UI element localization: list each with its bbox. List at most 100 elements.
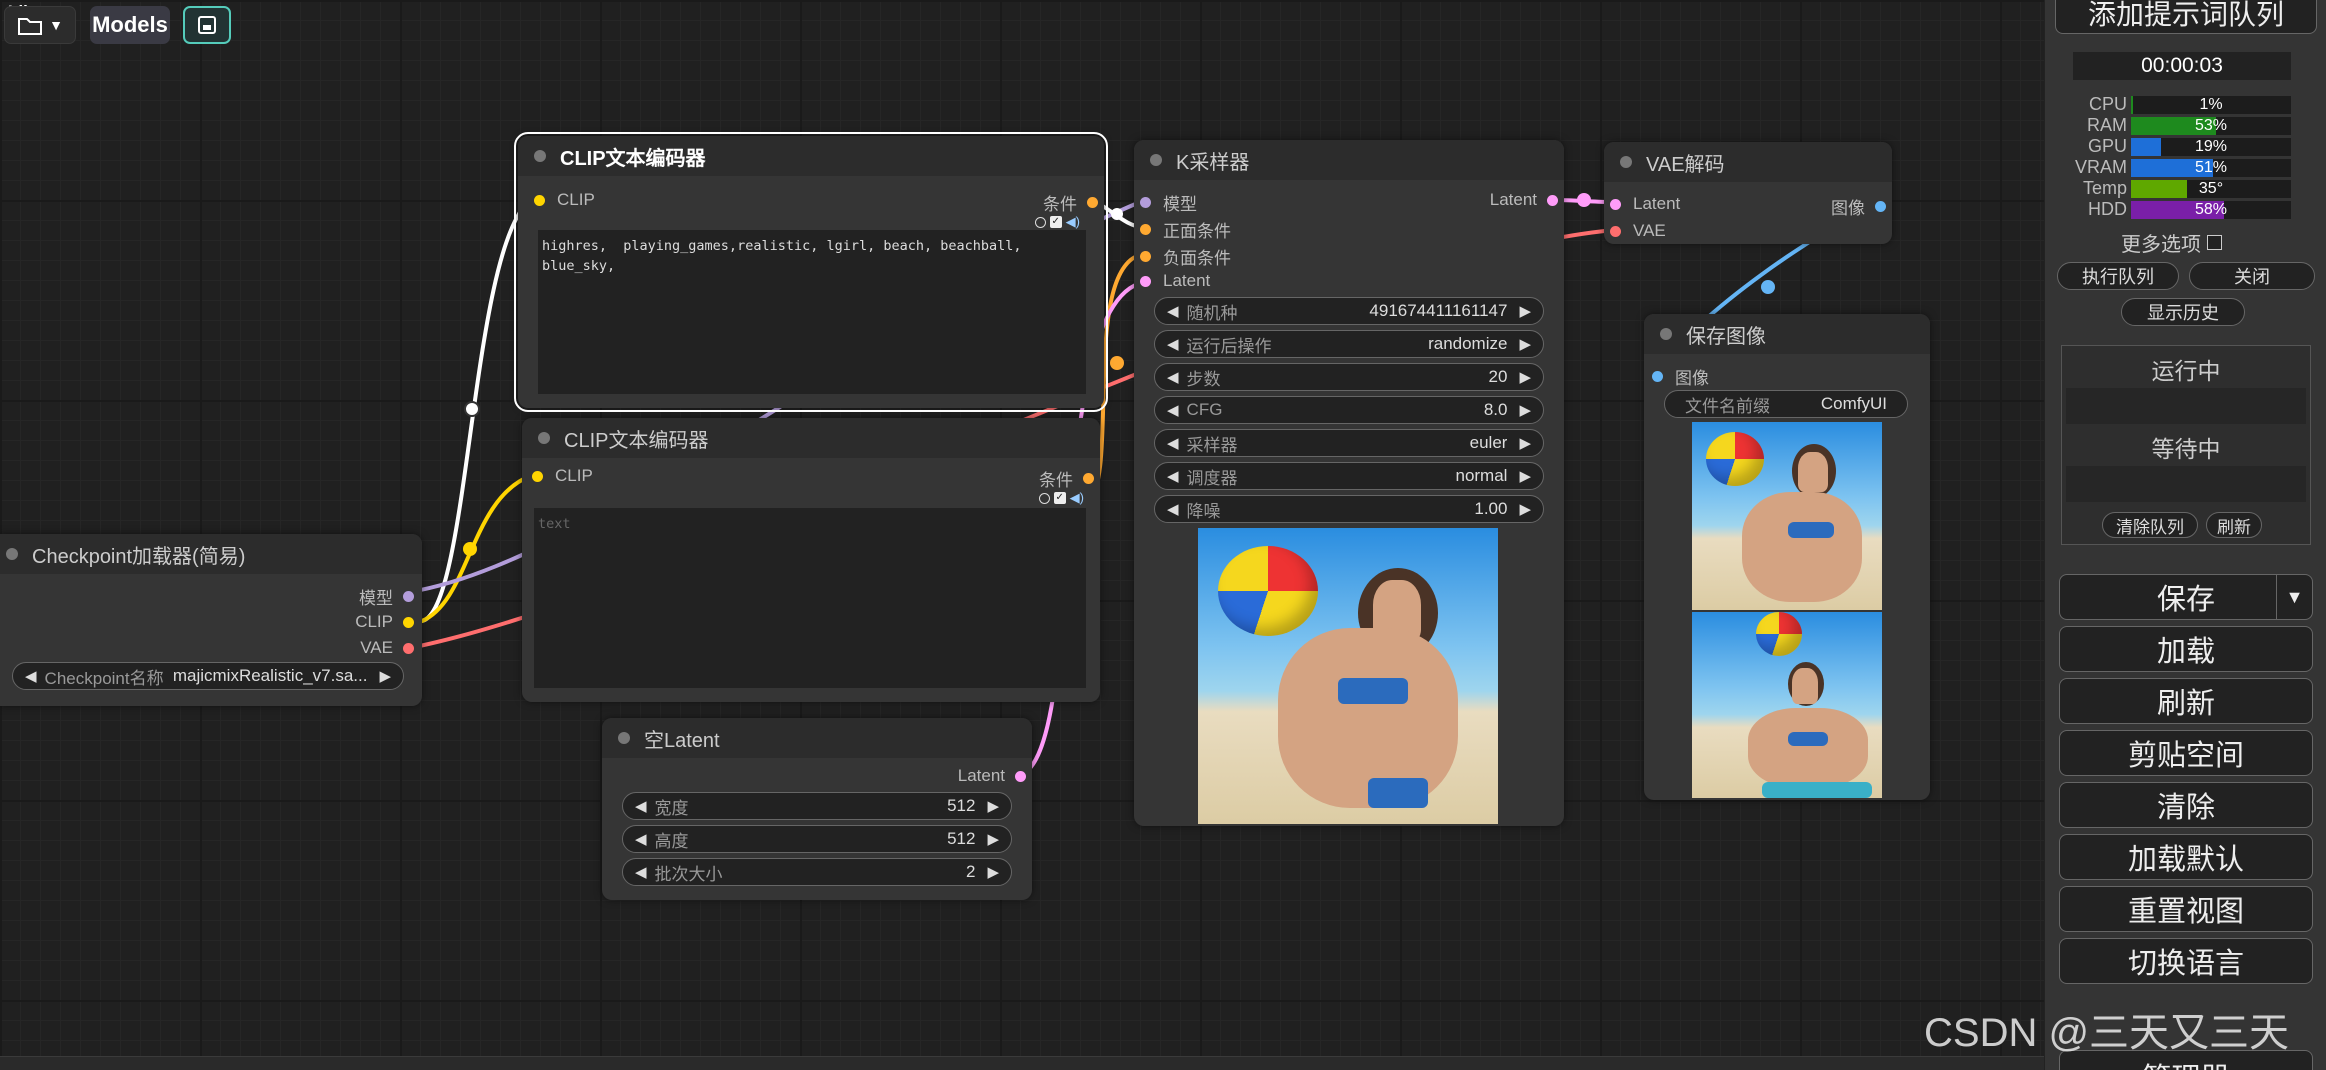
- arrow-right-icon[interactable]: ▶: [1519, 467, 1531, 485]
- vae-decode-node[interactable]: VAE解码 Latent VAE 图像: [1604, 142, 1892, 244]
- seed-widget[interactable]: ◀ 随机种 491674411161147 ▶: [1154, 297, 1544, 325]
- sampler-widget[interactable]: ◀ 采样器 euler ▶: [1154, 429, 1544, 457]
- models-button[interactable]: Models: [90, 6, 170, 44]
- arrow-right-icon[interactable]: ▶: [987, 830, 999, 848]
- input-latent[interactable]: Latent: [1610, 194, 1680, 214]
- collapse-dot[interactable]: [6, 548, 18, 560]
- widget-label: 批次大小: [654, 864, 723, 884]
- arrow-left-icon[interactable]: ◀: [1167, 302, 1179, 320]
- output-clip[interactable]: CLIP: [355, 612, 414, 632]
- output-image[interactable]: 图像: [1831, 194, 1886, 219]
- control-after-generate-widget[interactable]: ◀ 运行后操作 randomize ▶: [1154, 330, 1544, 358]
- arrow-left-icon[interactable]: ◀: [635, 863, 647, 881]
- speaker-icon[interactable]: ◀): [1070, 490, 1084, 506]
- prompt-textarea[interactable]: text: [534, 508, 1086, 688]
- denoise-widget[interactable]: ◀ 降噪 1.00 ▶: [1154, 495, 1544, 523]
- clip-text-encode-node-positive[interactable]: CLIP文本编码器 CLIP 条件 ✓ ◀) highres, playing_…: [514, 132, 1108, 412]
- show-history-button[interactable]: 显示历史: [2121, 298, 2245, 326]
- arrow-right-icon[interactable]: ▶: [987, 863, 999, 881]
- collapse-dot[interactable]: [538, 432, 550, 444]
- arrow-left-icon[interactable]: ◀: [1167, 434, 1179, 452]
- stat-bar: 35°: [2131, 179, 2291, 198]
- clip-text-encode-node-negative[interactable]: CLIP文本编码器 CLIP 条件 ✓ ◀) text: [522, 418, 1100, 702]
- circle-icon[interactable]: [1038, 492, 1050, 504]
- output-conditioning[interactable]: 条件: [1039, 466, 1094, 491]
- batch-size-widget[interactable]: ◀ 批次大小 2 ▶: [622, 858, 1012, 886]
- arrow-right-icon[interactable]: ▶: [379, 667, 391, 685]
- save-image-node[interactable]: 保存图像 图像 文件名前缀 ComfyUI: [1644, 314, 1930, 800]
- more-options-toggle[interactable]: 更多选项: [2121, 228, 2222, 257]
- output-latent[interactable]: Latent: [1490, 190, 1558, 210]
- more-options-checkbox[interactable]: [2207, 235, 2222, 250]
- arrow-right-icon[interactable]: ▶: [1519, 368, 1531, 386]
- stat-row-temp: Temp 35°: [2073, 178, 2291, 199]
- empty-latent-node[interactable]: 空Latent Latent ◀ 宽度 512 ▶ ◀ 高度 512 ▶ ◀ 批次大小 2 ▶: [602, 718, 1032, 900]
- dropdown-arrow-icon[interactable]: ▼: [2276, 575, 2312, 619]
- output-model[interactable]: 模型: [359, 584, 414, 609]
- input-model[interactable]: 模型: [1140, 190, 1197, 215]
- ksampler-node[interactable]: K采样器 模型 正面条件 负面条件 Latent Latent ◀ 随机种 4916…: [1134, 140, 1564, 826]
- collapse-dot[interactable]: [1660, 328, 1672, 340]
- reset-view-button[interactable]: 重置视图: [2059, 886, 2313, 932]
- load-button[interactable]: 加载: [2059, 626, 2313, 672]
- arrow-left-icon[interactable]: ◀: [1167, 467, 1179, 485]
- saved-image-2[interactable]: [1692, 612, 1882, 798]
- switch-language-button[interactable]: 切换语言: [2059, 938, 2313, 984]
- checkpoint-name-combo[interactable]: ◀ Checkpoint名称 majicmixRealistic_v7.sa..…: [12, 662, 404, 690]
- refresh-button[interactable]: 刷新: [2059, 678, 2313, 724]
- slot-label: Latent: [957, 766, 1005, 785]
- arrow-right-icon[interactable]: ▶: [1519, 434, 1531, 452]
- arrow-left-icon[interactable]: ◀: [635, 797, 647, 815]
- close-button[interactable]: 关闭: [2189, 262, 2315, 290]
- prompt-textarea[interactable]: highres, playing_games,realistic, lgirl,…: [538, 230, 1086, 394]
- arrow-left-icon[interactable]: ◀: [25, 667, 37, 685]
- arrow-right-icon[interactable]: ▶: [1519, 302, 1531, 320]
- input-positive[interactable]: 正面条件: [1140, 217, 1231, 242]
- input-negative[interactable]: 负面条件: [1140, 244, 1231, 269]
- cfg-widget[interactable]: ◀ CFG 8.0 ▶: [1154, 396, 1544, 424]
- input-vae[interactable]: VAE: [1610, 221, 1666, 241]
- speaker-icon[interactable]: ◀): [1066, 214, 1080, 230]
- scheduler-widget[interactable]: ◀ 调度器 normal ▶: [1154, 462, 1544, 490]
- saved-image-1[interactable]: [1692, 422, 1882, 610]
- horizontal-scrollbar[interactable]: [0, 1056, 2044, 1070]
- circle-icon[interactable]: [1034, 216, 1046, 228]
- output-latent[interactable]: Latent: [958, 766, 1026, 786]
- steps-widget[interactable]: ◀ 步数 20 ▶: [1154, 363, 1544, 391]
- save-button[interactable]: 保存 ▼: [2059, 574, 2313, 620]
- collapse-dot[interactable]: [1150, 154, 1162, 166]
- arrow-right-icon[interactable]: ▶: [1519, 500, 1531, 518]
- output-vae[interactable]: VAE: [360, 638, 414, 658]
- arrow-left-icon[interactable]: ◀: [1167, 335, 1179, 353]
- arrow-left-icon[interactable]: ◀: [1167, 368, 1179, 386]
- checkbox-icon[interactable]: ✓: [1049, 216, 1062, 228]
- width-widget[interactable]: ◀ 宽度 512 ▶: [622, 792, 1012, 820]
- arrow-left-icon[interactable]: ◀: [1167, 401, 1179, 419]
- collapse-dot[interactable]: [618, 732, 630, 744]
- input-latent[interactable]: Latent: [1140, 271, 1210, 291]
- clipspace-button[interactable]: 剪贴空间: [2059, 730, 2313, 776]
- arrow-left-icon[interactable]: ◀: [635, 830, 647, 848]
- queue-prompt-button[interactable]: 添加提示词队列: [2055, 0, 2317, 34]
- collapse-dot[interactable]: [1620, 156, 1632, 168]
- checkpoint-loader-node[interactable]: Checkpoint加载器(简易) 模型 CLIP VAE ◀ Checkpoi…: [0, 534, 422, 706]
- load-default-button[interactable]: 加载默认: [2059, 834, 2313, 880]
- filename-prefix-widget[interactable]: 文件名前缀 ComfyUI: [1664, 390, 1908, 418]
- arrow-right-icon[interactable]: ▶: [1519, 401, 1531, 419]
- collapse-dot[interactable]: [534, 150, 546, 162]
- arrow-right-icon[interactable]: ▶: [1519, 335, 1531, 353]
- input-clip[interactable]: CLIP: [534, 190, 595, 210]
- input-image[interactable]: 图像: [1652, 364, 1709, 389]
- height-widget[interactable]: ◀ 高度 512 ▶: [622, 825, 1012, 853]
- arrow-left-icon[interactable]: ◀: [1167, 500, 1179, 518]
- checkbox-icon[interactable]: ✓: [1053, 492, 1066, 504]
- save-workflow-button[interactable]: [183, 6, 231, 44]
- refresh-queue-button[interactable]: 刷新: [2206, 512, 2262, 538]
- workflow-menu-button[interactable]: ▼: [4, 6, 76, 44]
- run-queue-button[interactable]: 执行队列: [2057, 262, 2179, 290]
- arrow-right-icon[interactable]: ▶: [987, 797, 999, 815]
- output-conditioning[interactable]: 条件: [1043, 190, 1098, 215]
- clear-queue-button[interactable]: 清除队列: [2102, 512, 2198, 538]
- clear-button[interactable]: 清除: [2059, 782, 2313, 828]
- input-clip[interactable]: CLIP: [532, 466, 593, 486]
